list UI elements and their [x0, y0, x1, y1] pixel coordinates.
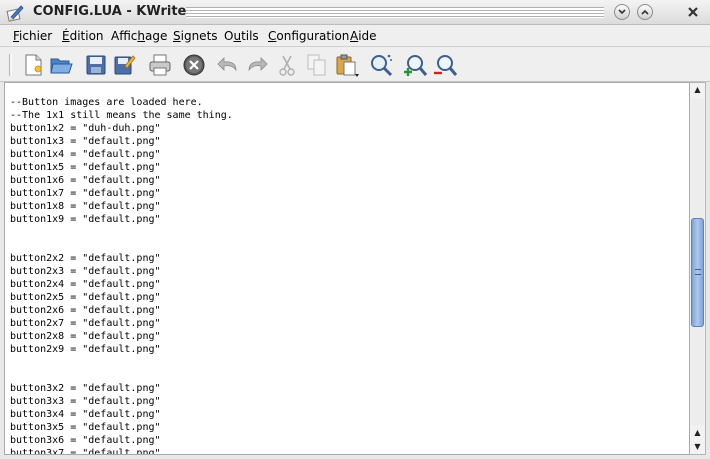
toolbar-handle[interactable]: [9, 54, 12, 76]
menu-edition[interactable]: Édition: [62, 29, 104, 43]
maximize-button[interactable]: [637, 4, 653, 20]
zoom-out-icon: [434, 55, 458, 76]
code-line: button1x6 = "default.png": [10, 175, 161, 186]
code-line: button2x5 = "default.png": [10, 292, 161, 303]
close-document-button[interactable]: [181, 52, 207, 78]
menu-label-part: ichier: [19, 29, 53, 43]
save-as-button[interactable]: [111, 52, 137, 78]
zoom-in-icon: [404, 55, 428, 76]
menu-label-part: onfiguration: [276, 29, 350, 43]
undo-button[interactable]: [215, 52, 241, 78]
menu-mnemonic: A: [350, 29, 359, 43]
code-line: button1x3 = "default.png": [10, 136, 161, 147]
new-file-button[interactable]: [20, 52, 46, 78]
new-file-icon: [25, 54, 42, 76]
zoom-out-button[interactable]: [432, 52, 458, 78]
menu-affichage[interactable]: Affichage: [111, 29, 167, 43]
menu-mnemonic: u: [233, 29, 242, 43]
minimize-button[interactable]: [614, 4, 630, 20]
redo-button[interactable]: [244, 52, 270, 78]
code-line: --Button images are loaded here.: [10, 97, 203, 108]
code-line: --The 1x1 still means the same thing.: [10, 110, 233, 121]
scroll-thumb-grip: [695, 269, 701, 275]
menu-label-part: ide: [358, 29, 377, 43]
window-title: CONFIG.LUA - KWrite: [33, 4, 187, 19]
close-icon: [688, 7, 698, 17]
menu-mnemonic: S: [173, 29, 181, 43]
title-bar[interactable]: CONFIG.LUA - KWrite: [0, 0, 710, 25]
menu-mnemonic: h: [137, 29, 146, 43]
text-editor[interactable]: --Button images are loaded here. --The 1x…: [4, 82, 690, 455]
redo-icon: [248, 57, 268, 72]
open-file-button[interactable]: [48, 52, 74, 78]
scroll-up-button-secondary[interactable]: ▲: [690, 426, 705, 440]
code-line: button3x3 = "default.png": [10, 396, 161, 407]
code-line: button2x9 = "default.png": [10, 344, 161, 355]
code-line: button3x5 = "default.png": [10, 422, 161, 433]
chevron-down-icon: [618, 9, 626, 15]
code-line: button2x4 = "default.png": [10, 279, 161, 290]
paste-icon: [336, 54, 359, 77]
main-toolbar: [0, 47, 710, 82]
code-line: button2x7 = "default.png": [10, 318, 161, 329]
menu-label-part: tils: [241, 29, 259, 43]
menu-label-part: age: [145, 29, 168, 43]
window-border: [706, 82, 710, 459]
chevron-up-icon: [641, 9, 649, 15]
close-window-button[interactable]: [684, 3, 702, 21]
print-button[interactable]: [147, 52, 173, 78]
vertical-scrollbar[interactable]: ▲ ▲ ▼: [690, 82, 706, 455]
code-line: button3x7 = "default.png": [10, 448, 161, 455]
zoom-in-button[interactable]: [402, 52, 428, 78]
close-document-icon: [183, 54, 205, 76]
cut-button[interactable]: [274, 52, 300, 78]
copy-icon: [307, 54, 326, 76]
find-icon: [371, 54, 393, 77]
undo-icon: [217, 57, 237, 72]
menu-configuration[interactable]: Configuration: [268, 29, 349, 43]
print-icon: [149, 54, 171, 76]
code-line: button1x7 = "default.png": [10, 188, 161, 199]
save-as-icon: [114, 55, 136, 75]
code-line: button1x2 = "duh-duh.png": [10, 123, 161, 134]
code-line: button3x2 = "default.png": [10, 383, 161, 394]
paste-button[interactable]: [334, 52, 360, 78]
code-line: button1x8 = "default.png": [10, 201, 161, 212]
find-button[interactable]: [368, 52, 394, 78]
menu-aide[interactable]: Aide: [350, 29, 377, 43]
code-line: button3x4 = "default.png": [10, 409, 161, 420]
scroll-up-button[interactable]: ▲: [690, 83, 705, 97]
menu-fichier[interactable]: Fichier: [13, 29, 52, 43]
menu-label-part: dition: [69, 29, 104, 43]
menu-mnemonic: É: [62, 29, 70, 43]
code-line: button2x2 = "default.png": [10, 253, 161, 264]
code-line: button1x5 = "default.png": [10, 162, 161, 173]
menu-label-part: ignets: [180, 29, 218, 43]
save-button[interactable]: [83, 52, 109, 78]
code-line: button1x9 = "default.png": [10, 214, 161, 225]
code-line: button2x6 = "default.png": [10, 305, 161, 316]
kwrite-app-icon[interactable]: [6, 4, 24, 22]
title-bar-decoration: [186, 7, 604, 18]
code-line: button2x3 = "default.png": [10, 266, 161, 277]
code-line: button3x6 = "default.png": [10, 435, 161, 446]
scroll-down-button[interactable]: ▼: [690, 440, 705, 454]
code-line: button2x8 = "default.png": [10, 331, 161, 342]
code-line: button1x4 = "default.png": [10, 149, 161, 160]
scroll-thumb[interactable]: [691, 218, 704, 327]
menu-label-part: Affic: [111, 29, 138, 43]
menu-signets[interactable]: Signets: [173, 29, 218, 43]
menu-bar: Fichier Édition Affichage Signets Outils…: [0, 25, 710, 47]
menu-outils[interactable]: Outils: [224, 29, 259, 43]
copy-button[interactable]: [304, 52, 330, 78]
open-folder-icon: [50, 58, 73, 74]
cut-icon: [279, 55, 295, 76]
save-icon: [86, 55, 106, 75]
